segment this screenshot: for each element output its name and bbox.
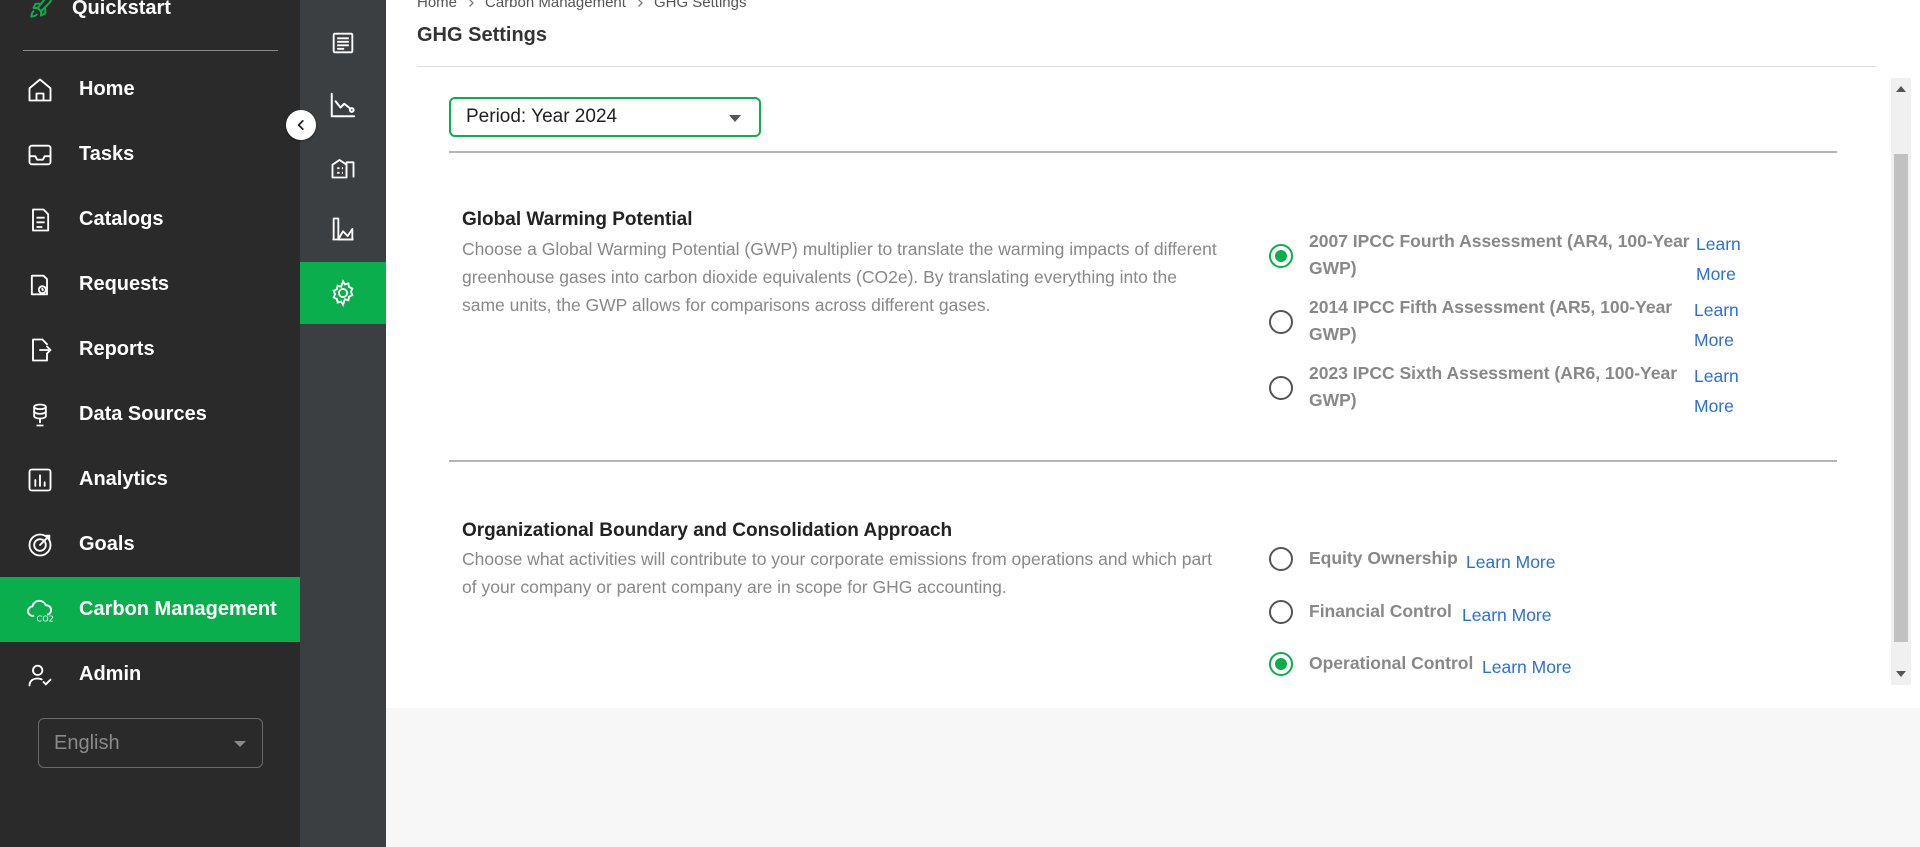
boundary-title: Organizational Boundary and Consolidatio… — [462, 520, 953, 541]
language-value: English — [54, 731, 120, 754]
gwp-option-label: 2014 IPCC Fifth Assessment (AR5, 100-Yea… — [1309, 297, 1673, 344]
section-divider — [449, 460, 1837, 462]
sidebar-item-tasks[interactable]: Tasks — [0, 122, 300, 187]
buildings-icon — [331, 159, 355, 179]
sidebar-item-label: Reports — [79, 338, 155, 360]
content-scrollbar[interactable] — [1891, 78, 1911, 685]
report-export-icon — [32, 338, 52, 361]
gwp-learn-more-ar4[interactable]: Learn More — [1696, 229, 1741, 289]
boundary-radio-financial[interactable] — [1269, 600, 1293, 624]
boundary-radio-equity[interactable] — [1269, 547, 1293, 571]
sidebar-item-quickstart[interactable]: Quickstart — [28, 0, 171, 22]
period-value: Period: Year 2024 — [466, 106, 618, 127]
bar-chart-icon — [28, 468, 52, 491]
period-select[interactable]: Period: Year 2024 — [449, 97, 761, 137]
gwp-option-label: 2007 IPCC Fourth Assessment (AR4, 100-Ye… — [1309, 231, 1690, 278]
boundary-option-label: Operational Control — [1309, 653, 1474, 673]
gwp-radio-ar5[interactable] — [1269, 310, 1293, 334]
page-title: GHG Settings — [417, 24, 548, 46]
sidebar-item-label: Goals — [79, 533, 135, 555]
sidebar-item-reports[interactable]: Reports — [0, 317, 300, 382]
boundary-learn-more-financial[interactable]: Learn More — [1462, 600, 1552, 630]
sidebar-item-label: Analytics — [79, 468, 168, 490]
document-icon — [32, 208, 50, 231]
breadcrumb-carbon-management[interactable]: Carbon Management — [485, 0, 626, 11]
scroll-down-icon[interactable] — [1896, 671, 1906, 677]
database-icon — [33, 403, 47, 426]
home-icon — [28, 78, 52, 101]
sidebar-item-label: Catalogs — [79, 208, 164, 230]
target-icon — [28, 533, 52, 556]
subnav-item-ledger[interactable] — [300, 12, 386, 74]
boundary-option-label: Financial Control — [1309, 601, 1452, 621]
sidebar-item-label: Requests — [79, 273, 170, 295]
collapse-sidebar-button[interactable] — [286, 110, 316, 140]
sidebar-item-home[interactable]: Home — [0, 57, 300, 122]
section-divider — [449, 151, 1837, 153]
svg-text:CO2: CO2 — [37, 613, 54, 623]
chart-line-icon — [330, 92, 356, 118]
scroll-thumb[interactable] — [1894, 154, 1908, 642]
gwp-learn-more-ar6[interactable]: Learn More — [1694, 361, 1739, 421]
boundary-learn-more-operational[interactable]: Learn More — [1482, 652, 1572, 682]
sidebar-item-label: Home — [79, 78, 135, 100]
sidebar-item-label: Carbon Management — [79, 598, 277, 620]
sidebar-item-label: Tasks — [79, 143, 135, 165]
settings-gear-icon — [332, 279, 354, 307]
header-divider — [417, 66, 1877, 67]
chevron-left-icon — [297, 120, 304, 130]
sidebar-item-carbon-management[interactable]: CO2 Carbon Management — [0, 577, 300, 642]
sidebar-divider — [23, 50, 278, 51]
boundary-option-label: Equity Ownership — [1309, 548, 1458, 568]
sidebar-item-analytics[interactable]: Analytics — [0, 447, 300, 512]
subnav-item-facilities[interactable] — [300, 136, 386, 198]
breadcrumb: Home Carbon Management GHG Settings — [417, 0, 746, 11]
boundary-description: Choose what activities will contribute t… — [462, 549, 1212, 597]
breadcrumb-home[interactable]: Home — [417, 0, 457, 11]
gwp-radio-ar4[interactable] — [1269, 244, 1293, 268]
chevron-down-icon — [234, 741, 246, 747]
requests-icon — [30, 274, 48, 295]
sidebar-item-goals[interactable]: Goals — [0, 512, 300, 577]
gwp-learn-more-ar5[interactable]: Learn More — [1694, 295, 1739, 355]
factory-icon — [332, 217, 354, 241]
cloud-co2-icon: CO2 — [27, 599, 54, 623]
main-content: Home Carbon Management GHG Settings GHG … — [386, 0, 1920, 847]
primary-sidebar: Quickstart Home Tasks Catalogs Requests … — [0, 0, 300, 847]
settings-panel: Home Carbon Management GHG Settings GHG … — [386, 0, 1920, 708]
sidebar-item-data-sources[interactable]: Data Sources — [0, 382, 300, 447]
chevron-down-icon — [729, 115, 741, 122]
sidebar-item-label: Admin — [79, 663, 142, 685]
inbox-icon — [28, 144, 52, 165]
breadcrumb-current: GHG Settings — [653, 0, 747, 11]
subnav-item-sources[interactable] — [300, 198, 386, 260]
chevron-right-icon — [469, 0, 474, 7]
chevron-right-icon — [637, 0, 643, 7]
sidebar-item-requests[interactable]: Requests — [0, 252, 300, 317]
user-admin-icon — [28, 664, 52, 686]
gwp-description: Choose a Global Warming Potential (GWP) … — [462, 239, 1217, 315]
language-select[interactable]: English — [38, 718, 263, 768]
boundary-learn-more-equity[interactable]: Learn More — [1466, 547, 1556, 577]
sidebar-item-catalogs[interactable]: Catalogs — [0, 187, 300, 252]
subnav-item-settings[interactable] — [300, 262, 386, 324]
boundary-radio-operational[interactable] — [1269, 652, 1293, 676]
rocket-icon — [30, 0, 52, 18]
sidebar-item-label: Data Sources — [79, 403, 207, 425]
gwp-option-label: 2023 IPCC Sixth Assessment (AR6, 100-Yea… — [1309, 363, 1678, 410]
scroll-up-icon[interactable] — [1896, 86, 1906, 92]
sidebar-item-admin[interactable]: Admin — [0, 642, 300, 707]
gwp-title: Global Warming Potential — [462, 209, 693, 230]
quickstart-label: Quickstart — [72, 0, 171, 19]
ledger-icon — [332, 32, 354, 54]
gwp-radio-ar6[interactable] — [1269, 376, 1293, 400]
